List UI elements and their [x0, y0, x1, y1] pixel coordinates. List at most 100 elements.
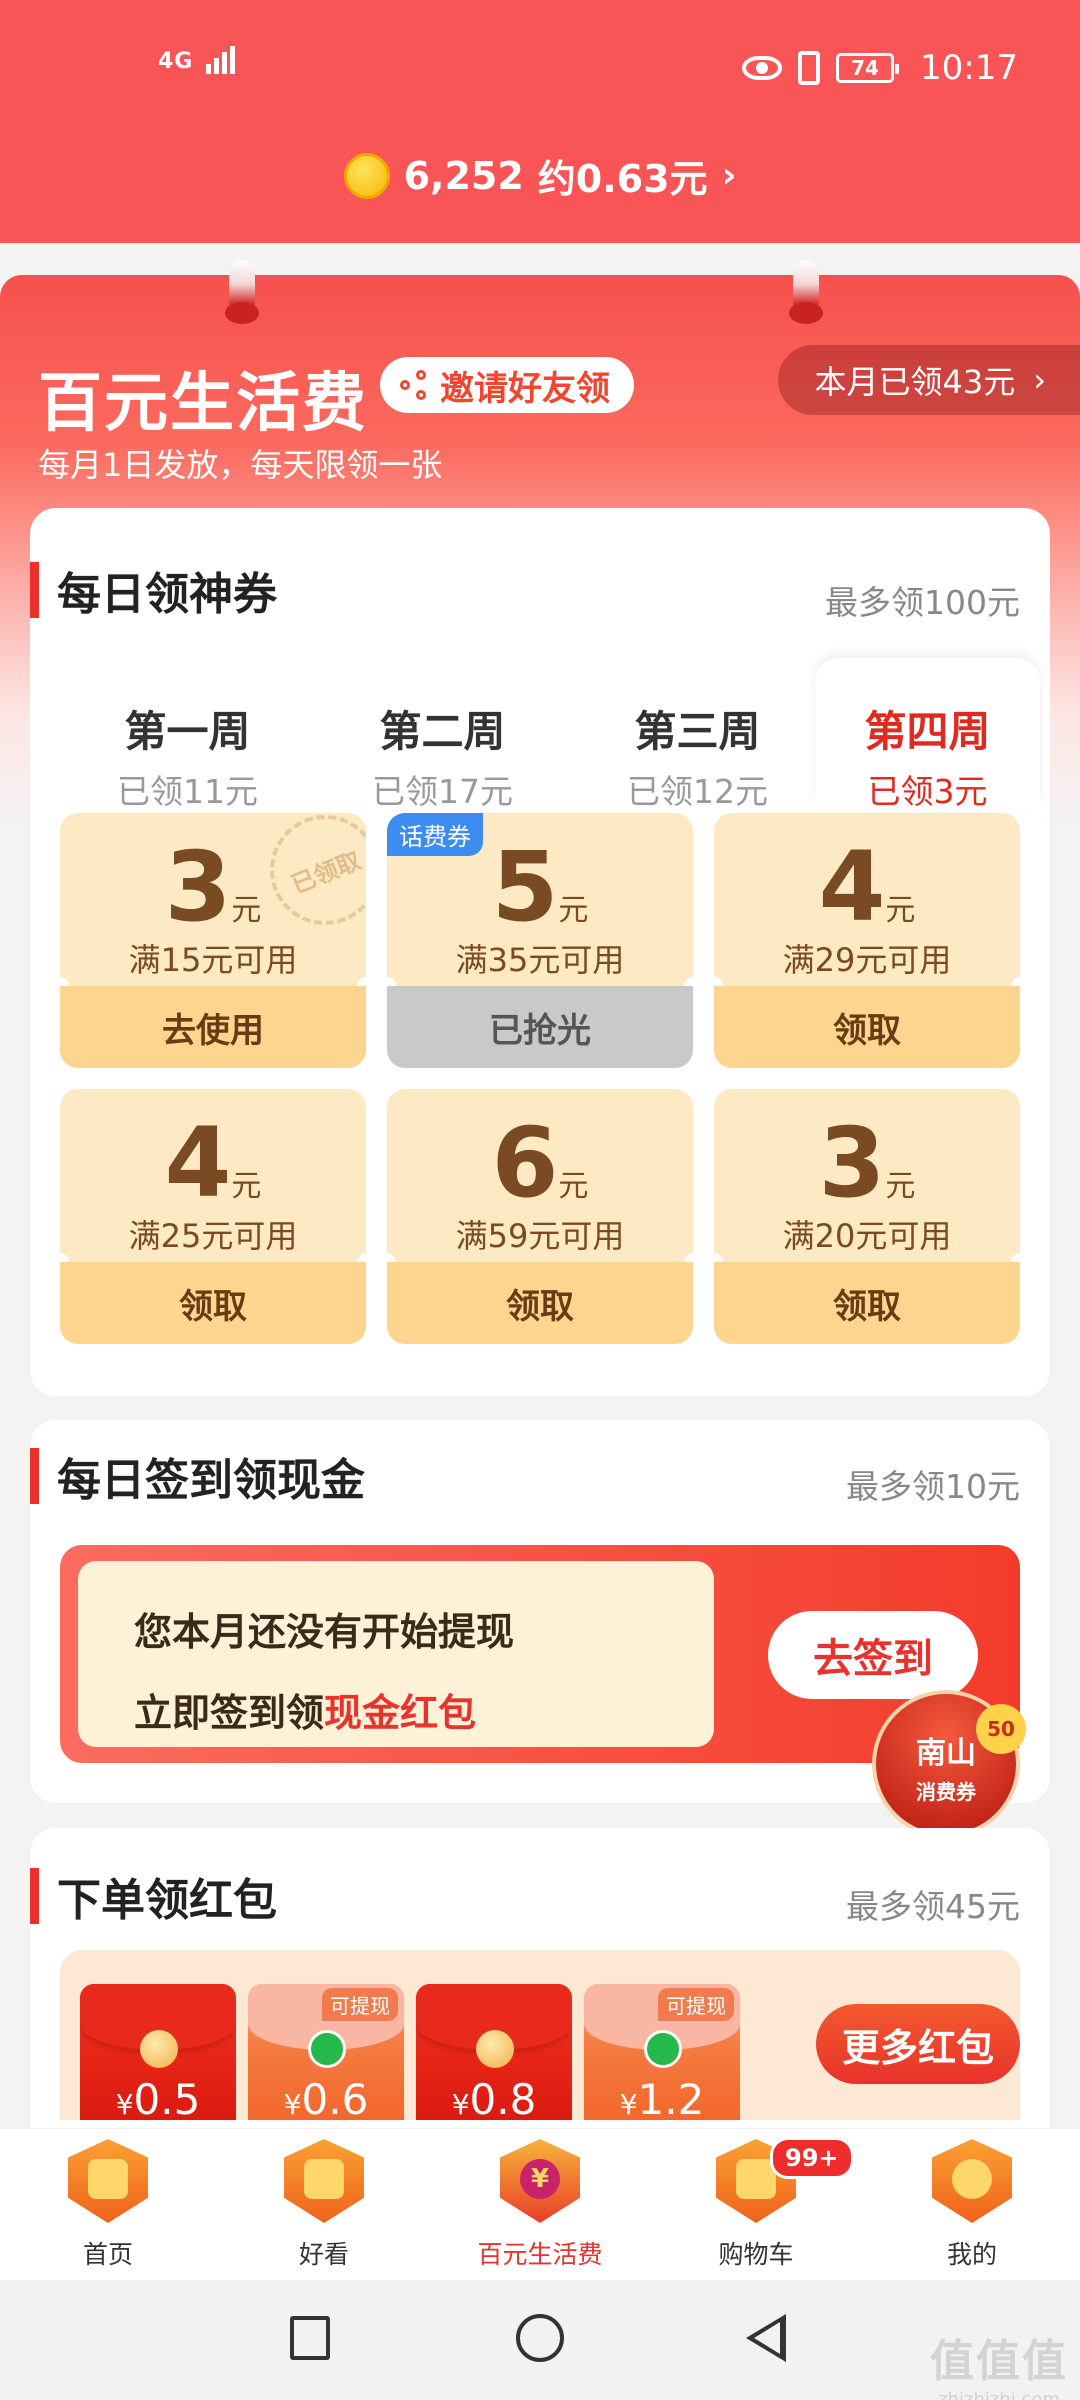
coupon-card: 3元 满20元可用 领取 [714, 1089, 1020, 1344]
max-amount-label: 最多领10元 [846, 1467, 1020, 1506]
redpacket-amount: ¥0.6 [283, 2075, 369, 2120]
back-triangle-icon[interactable] [746, 2314, 786, 2362]
calendar-ring-icon [225, 260, 259, 324]
week-value: 已领17元 [372, 772, 513, 811]
tab-week-2[interactable]: 第二周 已领17元 [330, 658, 555, 811]
badge-line-2: 消费券 [916, 1780, 976, 1804]
section-title: 每日领神券 [30, 562, 277, 620]
signin-line-1: 您本月还没有开始提现 [134, 1610, 515, 1654]
tab-label: 好看 [298, 2240, 349, 2269]
coupon-amount: 3元 [818, 1107, 916, 1219]
calendar-ring-icon [789, 260, 823, 324]
tab-label: 我的 [946, 2240, 997, 2269]
clock: 10:17 [920, 48, 1018, 88]
coupon-card: 话费券 5元 满35元可用 已抢光 [387, 813, 693, 1068]
week-name: 第四周 [864, 707, 991, 756]
week-value: 已领11元 [117, 772, 258, 811]
redpacket-item[interactable]: 可提现 ¥1.2 [584, 1984, 740, 2120]
coin-balance[interactable]: 6,252 约0.63元 › [0, 148, 1080, 203]
coupon-condition: 满29元可用 [782, 941, 952, 979]
tab-home[interactable]: 首页 [28, 2137, 188, 2271]
tab-week-3[interactable]: 第三周 已领12元 [585, 658, 810, 811]
coupon-card: 6元 满59元可用 领取 [387, 1089, 693, 1344]
tab-week-4[interactable]: 第四周 已领3元 [815, 658, 1040, 811]
tab-label: 首页 [82, 2240, 133, 2269]
tab-profile[interactable]: 我的 [892, 2137, 1052, 2271]
tab-label: 百元生活费 [477, 2240, 603, 2269]
redpacket-item[interactable]: 可提现 ¥0.6 [248, 1984, 404, 2120]
monthly-earned-label: 本月已领43元 [814, 363, 1016, 401]
banner-title: 百元生活费 [38, 367, 368, 441]
battery-level: 74 [851, 56, 879, 80]
tab-video[interactable]: 好看 [244, 2137, 404, 2271]
monthly-earned-button[interactable]: 本月已领43元 › [778, 345, 1080, 415]
week-value: 已领3元 [867, 772, 988, 811]
tab-living-expense[interactable]: ¥ 百元生活费 [460, 2137, 620, 2271]
coupon-amount: 3元 [164, 831, 262, 943]
coupon-amount: 4元 [818, 831, 916, 943]
redpacket-item[interactable]: ¥0.8 [416, 1984, 572, 2120]
recent-apps-icon[interactable] [290, 2316, 330, 2360]
week-name: 第三周 [634, 707, 761, 756]
redpacket-strip: ¥0.5 可提现 ¥0.6 ¥0.8 可提现 ¥1.2 更多红包 [60, 1950, 1020, 2120]
chevron-right-icon: › [721, 155, 737, 196]
wechat-icon [644, 2030, 682, 2068]
home-icon [63, 2137, 153, 2227]
badge-value: 50 [976, 1704, 1026, 1754]
use-coupon-button[interactable]: 去使用 [60, 986, 366, 1068]
section-title: 每日签到领现金 [30, 1448, 365, 1506]
share-icon [400, 370, 430, 400]
coupon-card: 已领取 3元 满15元可用 去使用 [60, 813, 366, 1068]
coupon-card: 4元 满29元可用 领取 [714, 813, 1020, 1068]
claim-coupon-button[interactable]: 领取 [60, 1262, 366, 1344]
watermark: 值值值 zhizhizhi.com [930, 2336, 1068, 2400]
signin-line-2: 立即签到领现金红包 [134, 1691, 477, 1735]
signal-bars-icon [206, 46, 238, 74]
home-circle-icon[interactable] [516, 2314, 564, 2362]
vibrate-icon [798, 51, 821, 85]
coin-count: 6,252 [403, 153, 524, 198]
video-icon [279, 2137, 369, 2227]
coupon-condition: 满25元可用 [128, 1217, 298, 1255]
system-nav-bar [0, 2280, 1080, 2400]
bottom-tab-bar: 首页 好看 ¥ 百元生活费 购物车 我的 99+ [0, 2128, 1080, 2280]
redpacket-item[interactable]: ¥0.5 [80, 1984, 236, 2120]
cart-count-badge: 99+ [770, 2137, 854, 2179]
redpacket-amount: ¥0.8 [451, 2075, 537, 2120]
banner-subtitle: 每月1日发放，每天限领一张 [38, 446, 443, 484]
network-type: 4G [158, 49, 194, 74]
coupon-amount: 4元 [164, 1107, 262, 1219]
claim-coupon-button[interactable]: 领取 [387, 1262, 693, 1344]
coupon-amount: 6元 [491, 1107, 589, 1219]
claim-coupon-button[interactable]: 领取 [714, 986, 1020, 1068]
claim-coupon-button[interactable]: 领取 [714, 1262, 1020, 1344]
battery-icon: 74 [836, 53, 900, 83]
sign-in-button[interactable]: 去签到 [768, 1611, 978, 1699]
section-title: 下单领红包 [30, 1868, 277, 1926]
tab-label: 购物车 [718, 2240, 794, 2269]
yuan-icon: ¥ [495, 2137, 585, 2227]
status-icons: 74 10:17 [742, 48, 1018, 88]
week-tabs: 第一周 已领11元 第二周 已领17元 第三周 已领12元 第四周 已领3元 [50, 658, 1040, 811]
max-amount-label: 最多领100元 [825, 583, 1020, 622]
gold-coin-icon [343, 152, 390, 199]
week-value: 已领12元 [627, 772, 768, 811]
invite-label: 邀请好友领 [440, 368, 610, 409]
redpacket-amount: ¥1.2 [619, 2075, 705, 2120]
order-redpacket-card: 下单领红包 最多领45元 ¥0.5 可提现 ¥0.6 ¥0.8 可提现 ¥1.2… [30, 1828, 1050, 2128]
week-name: 第一周 [124, 707, 251, 756]
coupon-condition: 满15元可用 [128, 941, 298, 979]
signal-indicator: 4G [158, 46, 238, 74]
sold-out-button: 已抢光 [387, 986, 693, 1068]
top-header: 4G 74 10:17 6,252 约0.63元 › [0, 0, 1080, 243]
coupon-condition: 满35元可用 [455, 941, 625, 979]
max-amount-label: 最多领45元 [846, 1887, 1020, 1926]
daily-coupons-card: 每日领神券 最多领100元 第一周 已领11元 第二周 已领17元 第三周 已领… [30, 508, 1050, 1396]
tab-week-1[interactable]: 第一周 已领11元 [75, 658, 300, 811]
more-redpackets-button[interactable]: 更多红包 [816, 2004, 1020, 2084]
profile-icon [927, 2137, 1017, 2227]
voucher-float-button[interactable]: 南山 消费券 50 [872, 1690, 1026, 1838]
coupon-card: 4元 满25元可用 领取 [60, 1089, 366, 1344]
coin-icon [140, 2030, 178, 2068]
invite-friends-button[interactable]: 邀请好友领 [380, 357, 634, 413]
